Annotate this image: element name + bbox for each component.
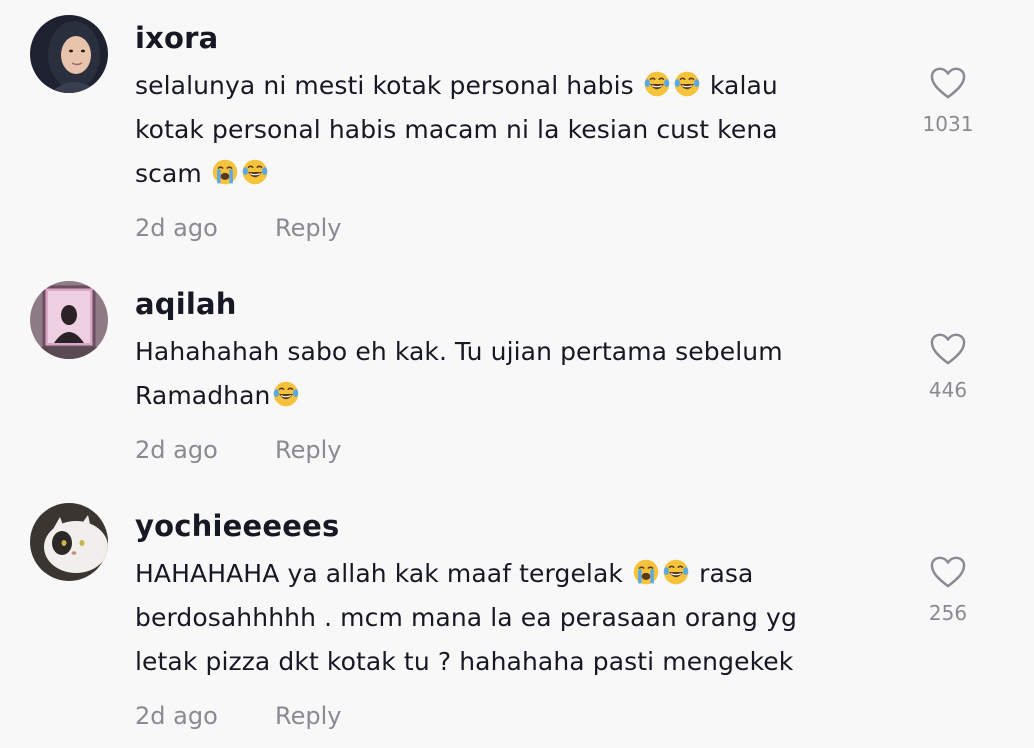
heart-outline-icon[interactable] — [929, 332, 967, 366]
laugh-emoji-icon — [643, 70, 671, 98]
timestamp: 2d ago — [135, 436, 218, 464]
comment-meta: 2d ago Reply — [135, 212, 895, 244]
username[interactable]: aqilah — [135, 284, 895, 324]
username[interactable]: yochieeeees — [135, 506, 895, 546]
reply-button[interactable]: Reply — [275, 214, 341, 242]
avatar[interactable] — [30, 281, 108, 359]
comment-meta: 2d ago Reply — [135, 434, 895, 466]
like-control: 446 — [912, 332, 984, 402]
laugh-emoji-icon — [662, 558, 690, 586]
like-count: 256 — [928, 601, 968, 625]
heart-outline-icon[interactable] — [929, 66, 967, 100]
username[interactable]: ixora — [135, 18, 895, 58]
comment-body: ixora selalunya ni mesti kotak personal … — [135, 18, 895, 244]
profile-photo-mirror-selfie-icon — [30, 281, 108, 359]
like-control: 1031 — [912, 66, 984, 136]
laugh-emoji-icon — [673, 70, 701, 98]
like-control: 256 — [912, 555, 984, 625]
laugh-emoji-icon — [272, 380, 300, 408]
like-count: 446 — [928, 378, 968, 402]
comment-body: aqilah Hahahahah sabo eh kak. Tu ujian p… — [135, 284, 895, 466]
comment-meta: 2d ago Reply — [135, 700, 895, 732]
profile-photo-woman-hijab-icon — [30, 15, 108, 93]
heart-outline-icon[interactable] — [929, 555, 967, 589]
avatar[interactable] — [30, 15, 108, 93]
avatar[interactable] — [30, 503, 108, 581]
comment-text: Hahahahah sabo eh kak. Tu ujian pertama … — [135, 337, 783, 410]
comment-body: yochieeeees HAHAHAHA ya allah kak maaf t… — [135, 506, 895, 732]
timestamp: 2d ago — [135, 702, 218, 730]
profile-photo-cat-icon — [30, 503, 108, 581]
reply-button[interactable]: Reply — [275, 436, 341, 464]
comment-list: ixora selalunya ni mesti kotak personal … — [0, 0, 1034, 748]
comment-text: HAHAHAHA ya allah kak maaf tergelak rasa… — [135, 558, 797, 676]
comment-text: selalunya ni mesti kotak personal habis … — [135, 70, 778, 188]
timestamp: 2d ago — [135, 214, 218, 242]
cry-emoji-icon — [211, 158, 239, 186]
laugh-emoji-icon — [241, 158, 269, 186]
cry-emoji-icon — [632, 558, 660, 586]
reply-button[interactable]: Reply — [275, 702, 341, 730]
like-count: 1031 — [922, 112, 974, 136]
